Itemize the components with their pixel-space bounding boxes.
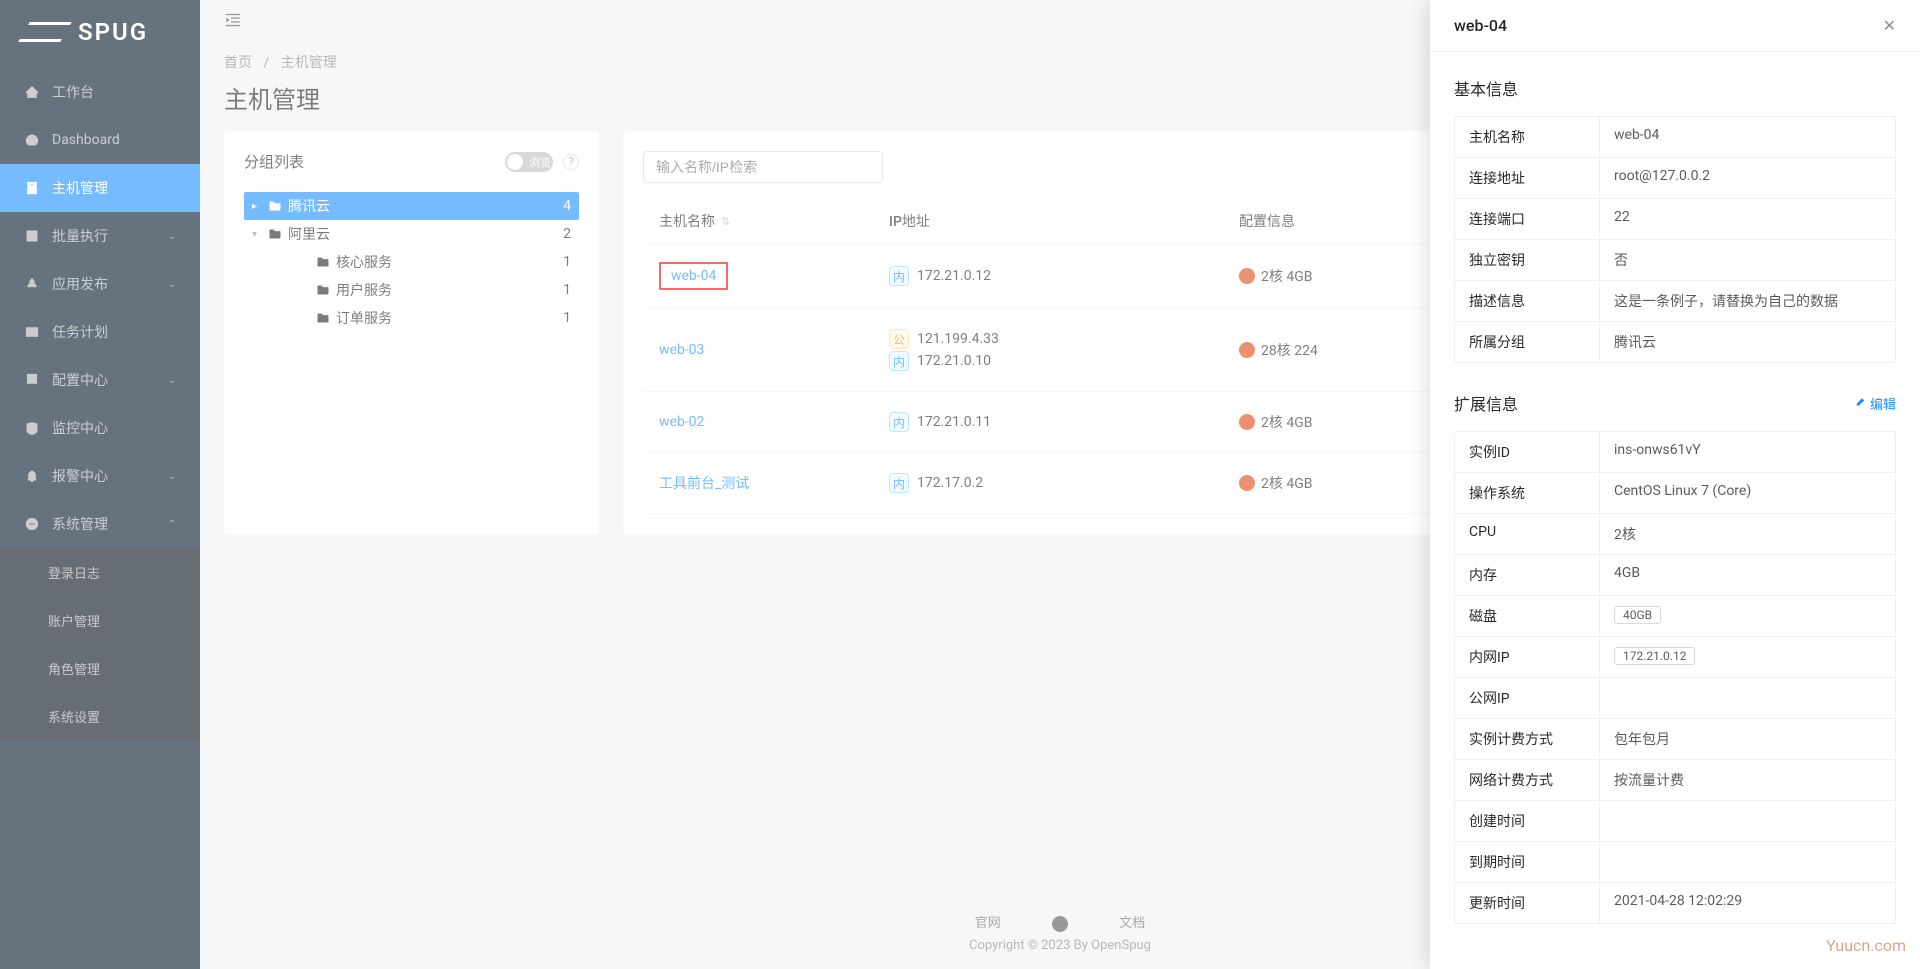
info-value: 否 bbox=[1600, 240, 1895, 280]
info-label: 内网IP bbox=[1455, 637, 1600, 677]
info-label: 实例计费方式 bbox=[1455, 719, 1600, 759]
info-tag: 40GB bbox=[1614, 606, 1661, 624]
info-row: 内网IP 172.21.0.12 bbox=[1455, 637, 1895, 678]
info-value: 这是一条例子，请替换为自己的数据 bbox=[1600, 281, 1895, 321]
info-label: 所属分组 bbox=[1455, 322, 1600, 362]
info-label: 主机名称 bbox=[1455, 117, 1600, 157]
info-label: 实例ID bbox=[1455, 432, 1600, 472]
close-icon[interactable]: ✕ bbox=[1883, 16, 1896, 35]
info-value: 40GB bbox=[1600, 596, 1895, 636]
info-label: 磁盘 bbox=[1455, 596, 1600, 636]
edit-icon bbox=[1854, 397, 1866, 409]
info-value: 4GB bbox=[1600, 555, 1895, 595]
info-row: 独立密钥 否 bbox=[1455, 240, 1895, 281]
info-row: 连接地址 root@127.0.0.2 bbox=[1455, 158, 1895, 199]
ext-info-title: 扩展信息 编辑 bbox=[1454, 391, 1896, 415]
info-label: CPU bbox=[1455, 514, 1600, 554]
edit-button[interactable]: 编辑 bbox=[1854, 394, 1896, 413]
info-row: CPU 2核 bbox=[1455, 514, 1895, 555]
info-row: 所属分组 腾讯云 bbox=[1455, 322, 1895, 362]
info-row: 到期时间 bbox=[1455, 842, 1895, 883]
info-value: ins-onws61vY bbox=[1600, 432, 1895, 472]
info-label: 描述信息 bbox=[1455, 281, 1600, 321]
ext-info-table: 实例ID ins-onws61vY操作系统 CentOS Linux 7 (Co… bbox=[1454, 431, 1896, 924]
info-row: 主机名称 web-04 bbox=[1455, 117, 1895, 158]
info-value bbox=[1600, 678, 1895, 718]
info-value: 按流量计费 bbox=[1600, 760, 1895, 800]
info-label: 内存 bbox=[1455, 555, 1600, 595]
info-label: 公网IP bbox=[1455, 678, 1600, 718]
info-row: 操作系统 CentOS Linux 7 (Core) bbox=[1455, 473, 1895, 514]
info-label: 到期时间 bbox=[1455, 842, 1600, 882]
info-row: 连接端口 22 bbox=[1455, 199, 1895, 240]
info-tag: 172.21.0.12 bbox=[1614, 647, 1695, 665]
info-row: 网络计费方式 按流量计费 bbox=[1455, 760, 1895, 801]
watermark: Yuucn.com bbox=[1826, 936, 1906, 955]
info-label: 创建时间 bbox=[1455, 801, 1600, 841]
info-label: 操作系统 bbox=[1455, 473, 1600, 513]
info-label: 独立密钥 bbox=[1455, 240, 1600, 280]
info-value bbox=[1600, 801, 1895, 841]
info-value: 包年包月 bbox=[1600, 719, 1895, 759]
info-row: 内存 4GB bbox=[1455, 555, 1895, 596]
drawer-title: web-04 bbox=[1454, 16, 1883, 35]
info-value: 腾讯云 bbox=[1600, 322, 1895, 362]
basic-info-title: 基本信息 bbox=[1454, 76, 1896, 100]
info-row: 描述信息 这是一条例子，请替换为自己的数据 bbox=[1455, 281, 1895, 322]
info-value: 2核 bbox=[1600, 514, 1895, 554]
info-value: root@127.0.0.2 bbox=[1600, 158, 1895, 198]
basic-info-table: 主机名称 web-04连接地址 root@127.0.0.2连接端口 22独立密… bbox=[1454, 116, 1896, 363]
info-value: web-04 bbox=[1600, 117, 1895, 157]
info-label: 连接地址 bbox=[1455, 158, 1600, 198]
info-row: 更新时间 2021-04-28 12:02:29 bbox=[1455, 883, 1895, 923]
info-value: 172.21.0.12 bbox=[1600, 637, 1895, 677]
detail-drawer: web-04 ✕ 基本信息 主机名称 web-04连接地址 root@127.0… bbox=[1430, 0, 1920, 969]
info-label: 更新时间 bbox=[1455, 883, 1600, 923]
info-value: 22 bbox=[1600, 199, 1895, 239]
info-label: 网络计费方式 bbox=[1455, 760, 1600, 800]
info-value: 2021-04-28 12:02:29 bbox=[1600, 883, 1895, 923]
info-label: 连接端口 bbox=[1455, 199, 1600, 239]
info-value: CentOS Linux 7 (Core) bbox=[1600, 473, 1895, 513]
info-row: 磁盘 40GB bbox=[1455, 596, 1895, 637]
info-row: 创建时间 bbox=[1455, 801, 1895, 842]
info-row: 公网IP bbox=[1455, 678, 1895, 719]
info-value bbox=[1600, 842, 1895, 882]
info-row: 实例ID ins-onws61vY bbox=[1455, 432, 1895, 473]
info-row: 实例计费方式 包年包月 bbox=[1455, 719, 1895, 760]
